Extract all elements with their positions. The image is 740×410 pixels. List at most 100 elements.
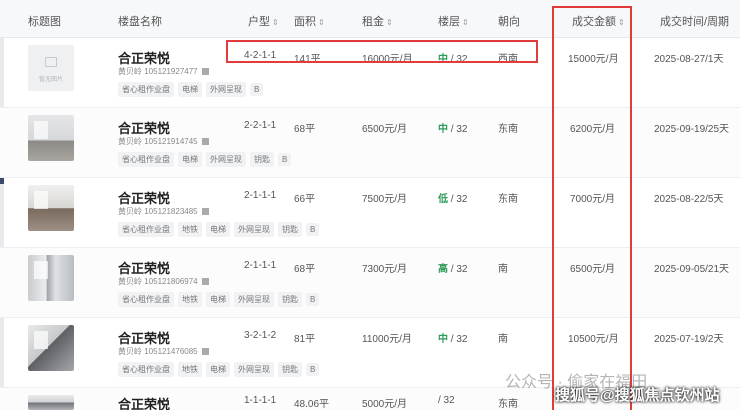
tag: 电梯 — [206, 292, 230, 307]
floor-value: 低 / 32 — [438, 194, 468, 205]
listing-photo[interactable] — [28, 255, 74, 301]
rent-value: 7500元/月 — [362, 194, 408, 205]
estate-name[interactable]: 合正荣悦 — [118, 188, 170, 207]
qr-icon[interactable] — [201, 208, 209, 216]
qr-icon[interactable] — [201, 138, 209, 146]
sort-icon[interactable]: ⇕ — [462, 18, 469, 27]
rent-value: 11000元/月 — [362, 334, 412, 345]
header-estate: 楼盘名称 — [118, 16, 162, 28]
date-value: 2025-07-19/2天 — [654, 334, 724, 345]
rent-value: 6500元/月 — [362, 124, 408, 135]
tag: B — [306, 293, 320, 306]
tag-list: 省心租作业盘 地铁 电梯 外网呈现 钥匙 B — [118, 219, 323, 237]
tag-list: 省心租作业盘 电梯 外网呈现 B — [118, 79, 267, 97]
header-area[interactable]: 面积 ⇕ — [294, 13, 325, 29]
estate-sub: 黄贝岭 105121927477 — [118, 66, 209, 77]
estate-sub: 黄贝岭 105121914745 — [118, 136, 209, 147]
rent-value: 5000元/月 — [362, 399, 408, 410]
tag: 钥匙 — [278, 292, 302, 307]
estate-name[interactable]: 合正荣悦 — [118, 48, 170, 67]
tag: 省心租作业盘 — [118, 292, 174, 307]
tag: B — [250, 83, 264, 96]
tag: 省心租作业盘 — [118, 152, 174, 167]
highlight-box-deal-column — [552, 6, 632, 410]
layout-value: 2-1-1-1 — [244, 190, 277, 201]
header-date: 成交时间/周期 — [660, 16, 730, 28]
header-image: 标题图 — [28, 16, 61, 28]
tag: 外网呈现 — [206, 82, 246, 97]
tag: 钥匙 — [278, 222, 302, 237]
tag: 电梯 — [206, 222, 230, 237]
orient-value: 南 — [498, 334, 508, 345]
tag: 省心租作业盘 — [118, 82, 174, 97]
placeholder-image: 暂无图片 — [28, 45, 74, 91]
tag: 电梯 — [178, 152, 202, 167]
date-value: 2025-08-22/5天 — [654, 194, 724, 205]
area-value: 48.06平 — [294, 399, 330, 410]
estate-sub: 黄贝岭 105121476085 — [118, 346, 209, 357]
image-placeholder-icon — [45, 57, 57, 67]
sort-icon[interactable]: ⇕ — [386, 18, 393, 27]
header-rent[interactable]: 租金 ⇕ — [362, 13, 393, 29]
estate-name[interactable]: 合正荣悦 — [118, 258, 170, 277]
tag: B — [306, 363, 320, 376]
date-value: 2025-09-05/21天 — [654, 264, 730, 275]
tag: 钥匙 — [250, 152, 274, 167]
tag: 外网呈现 — [206, 152, 246, 167]
tag: 电梯 — [206, 362, 230, 377]
placeholder-text: 暂无图片 — [38, 77, 63, 83]
estate-name[interactable]: 合正荣悦 — [118, 328, 170, 347]
estate-name[interactable]: 合正荣悦 — [118, 394, 170, 410]
sort-icon[interactable]: ⇕ — [318, 18, 325, 27]
layout-value: 2-2-1-1 — [244, 120, 277, 131]
listing-photo[interactable] — [28, 185, 74, 231]
tag-list: 省心租作业盘 地铁 电梯 外网呈现 钥匙 B — [118, 359, 323, 377]
floor-value: 中 / 32 — [438, 124, 468, 135]
area-value: 68平 — [294, 124, 316, 135]
tag: 地铁 — [178, 292, 202, 307]
date-value: 2025-08-27/1天 — [654, 54, 724, 65]
header-floor[interactable]: 楼层 ⇕ — [438, 13, 469, 29]
header-orient: 朝向 — [498, 16, 520, 28]
tag-list: 省心租作业盘 电梯 外网呈现 钥匙 B — [118, 149, 295, 167]
listing-photo[interactable] — [28, 115, 74, 161]
sort-icon[interactable]: ⇕ — [272, 18, 279, 27]
area-value: 81平 — [294, 334, 316, 345]
tag: 外网呈现 — [234, 362, 274, 377]
highlight-box-row — [226, 40, 538, 63]
tag: B — [306, 223, 320, 236]
tag: 地铁 — [178, 362, 202, 377]
floor-value: 中 / 32 — [438, 334, 468, 345]
tag: 地铁 — [178, 222, 202, 237]
area-value: 66平 — [294, 194, 316, 205]
header-layout[interactable]: 户型 ⇕ — [248, 13, 279, 29]
orient-value: 东南 — [498, 399, 518, 410]
layout-value: 2-1-1-1 — [244, 260, 277, 271]
qr-icon[interactable] — [201, 348, 209, 356]
rent-value: 7300元/月 — [362, 264, 408, 275]
floor-value: / 32 — [438, 395, 455, 406]
tag: 钥匙 — [278, 362, 302, 377]
tag: 省心租作业盘 — [118, 362, 174, 377]
tag: 电梯 — [178, 82, 202, 97]
area-value: 68平 — [294, 264, 316, 275]
orient-value: 东南 — [498, 194, 518, 205]
tag: 省心租作业盘 — [118, 222, 174, 237]
estate-sub: 黄贝岭 105121823485 — [118, 206, 209, 217]
tag: 外网呈现 — [234, 292, 274, 307]
tag-list: 省心租作业盘 地铁 电梯 外网呈现 钥匙 B — [118, 289, 323, 307]
estate-name[interactable]: 合正荣悦 — [118, 118, 170, 137]
floor-value: 高 / 32 — [438, 264, 468, 275]
date-value: 2025-09-19/25天 — [654, 124, 730, 135]
orient-value: 南 — [498, 264, 508, 275]
qr-icon[interactable] — [201, 68, 209, 76]
tag: 外网呈现 — [234, 222, 274, 237]
qr-icon[interactable] — [201, 278, 209, 286]
sohu-watermark: 搜狐号@搜狐焦点钦州站 — [555, 387, 720, 404]
listing-photo[interactable] — [28, 325, 74, 371]
layout-value: 1-1-1-1 — [244, 395, 277, 406]
layout-value: 3-2-1-2 — [244, 330, 277, 341]
orient-value: 东南 — [498, 124, 518, 135]
listing-photo[interactable] — [28, 395, 74, 410]
estate-sub: 黄贝岭 105121806974 — [118, 276, 209, 287]
